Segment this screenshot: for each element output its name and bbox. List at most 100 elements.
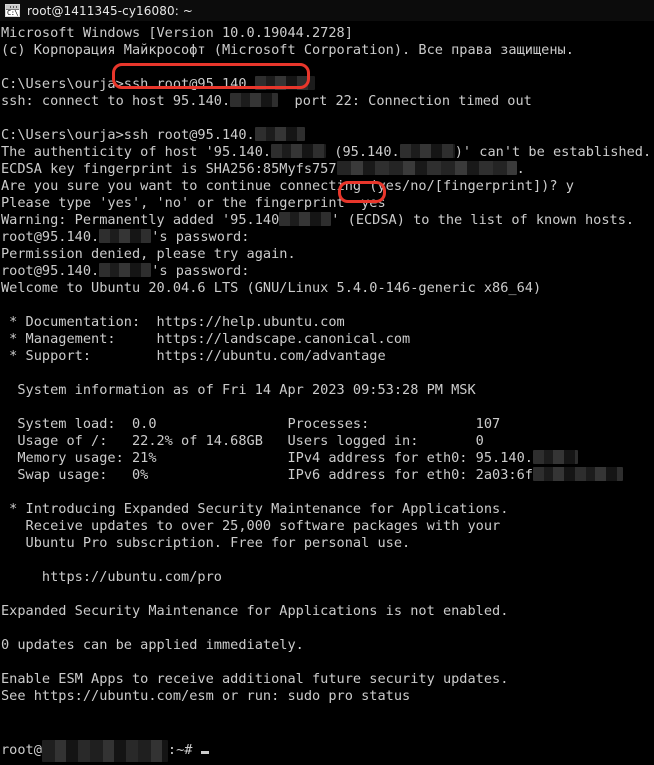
redacted-block — [279, 212, 332, 226]
text-segment: 's password: — [151, 263, 250, 279]
terminal-line: Receive updates to over 25,000 software … — [1, 518, 654, 535]
text-segment — [1, 586, 9, 602]
terminal-line — [1, 620, 654, 637]
text-segment: :~# — [167, 742, 201, 758]
terminal-line — [1, 484, 654, 501]
text-segment — [1, 722, 9, 738]
terminal-line — [1, 399, 654, 416]
text-segment: (c) Корпорация Майкрософт (Microsoft Cor… — [1, 42, 574, 58]
terminal-line: Are you sure you want to continue connec… — [1, 178, 654, 195]
redacted-block — [254, 127, 305, 141]
text-segment — [1, 297, 9, 313]
text-segment: * Introducing Expanded Security Maintena… — [1, 501, 509, 517]
terminal-line: Warning: Permanently added '95.140 ' (ECD… — [1, 212, 654, 229]
redacted-block — [41, 740, 168, 762]
terminal-line: Swap usage: 0% IPv6 address for eth0: 2a… — [1, 467, 654, 484]
terminal-prompt-line: root@ :~# — [1, 739, 654, 762]
text-segment: Usage of /: 22.2% of 14.68GB Users logge… — [1, 433, 484, 449]
terminal-line: root@95.140. 's password: — [1, 229, 654, 246]
terminal-line: System load: 0.0 Processes: 107 — [1, 416, 654, 433]
text-segment: root@95.140. — [1, 229, 100, 245]
terminal-body[interactable]: Microsoft Windows [Version 10.0.19044.27… — [0, 21, 654, 765]
terminal-line — [1, 722, 654, 739]
redacted-block — [336, 161, 517, 175]
terminal-line: ECDSA key fingerprint is SHA256:85Myfs75… — [1, 161, 654, 178]
text-segment: System information as of Fri 14 Apr 2023… — [1, 382, 476, 398]
terminal-line: Ubuntu Pro subscription. Free for person… — [1, 535, 654, 552]
text-segment: ECDSA key fingerprint is SHA256:85Myfs75… — [1, 161, 337, 177]
text-segment: Receive updates to over 25,000 software … — [1, 518, 501, 534]
text-segment: Expanded Security Maintenance for Applic… — [1, 603, 509, 619]
text-segment — [1, 484, 9, 500]
redacted-block — [230, 93, 279, 107]
redacted-block — [99, 229, 152, 243]
redacted-block — [532, 467, 623, 481]
redacted-block — [532, 450, 578, 464]
text-segment: System load: 0.0 Processes: 107 — [1, 416, 501, 432]
text-segment: Welcome to Ubuntu 20.04.6 LTS (GNU/Linux… — [1, 280, 542, 296]
text-segment — [1, 620, 9, 636]
terminal-line: (c) Корпорация Майкрософт (Microsoft Cor… — [1, 42, 654, 59]
terminal-line: 0 updates can be applied immediately. — [1, 637, 654, 654]
console-window-icon: C:\ — [5, 4, 20, 17]
icon-prompt-glyph: C:\ — [7, 9, 19, 17]
text-segment: Swap usage: 0% IPv6 address for eth0: 2a… — [1, 467, 533, 483]
text-segment — [1, 705, 9, 721]
text-segment — [1, 110, 9, 126]
text-segment: root@ — [1, 742, 42, 758]
terminal-line: The authenticity of host '95.140. (95.14… — [1, 144, 654, 161]
text-segment: See https://ubuntu.com/esm or run: sudo … — [1, 688, 411, 704]
terminal-line — [1, 297, 654, 314]
text-segment: (95.140. — [326, 144, 400, 160]
terminal-line — [1, 365, 654, 382]
text-segment: * Management: https://landscape.canonica… — [1, 331, 411, 347]
terminal-line: * Support: https://ubuntu.com/advantage — [1, 348, 654, 365]
terminal-line — [1, 552, 654, 569]
text-segment: ' (ECDSA) to the list of known hosts. — [331, 212, 635, 228]
terminal-line: See https://ubuntu.com/esm or run: sudo … — [1, 688, 654, 705]
terminal-line: Enable ESM Apps to receive additional fu… — [1, 671, 654, 688]
window-titlebar: C:\ root@1411345-cy16080: ~ — [0, 0, 654, 21]
terminal-line: root@95.140. 's password: — [1, 263, 654, 280]
redacted-block — [399, 144, 455, 158]
text-segment: root@95.140. — [1, 263, 100, 279]
terminal-line: * Documentation: https://help.ubuntu.com — [1, 314, 654, 331]
text-segment: )' can't be established. — [454, 144, 652, 160]
text-segment: Are you sure you want to continue connec… — [1, 178, 574, 194]
terminal-line: Usage of /: 22.2% of 14.68GB Users logge… — [1, 433, 654, 450]
text-segment — [1, 399, 9, 415]
terminal-line: Expanded Security Maintenance for Applic… — [1, 603, 654, 620]
text-segment: The authenticity of host '95.140. — [1, 144, 272, 160]
text-segment: ssh: connect to host 95.140. — [1, 93, 231, 109]
terminal-line — [1, 59, 654, 76]
terminal-line: System information as of Fri 14 Apr 2023… — [1, 382, 654, 399]
terminal-line: C:\Users\ourja>ssh root@95.140. — [1, 127, 654, 144]
terminal-line — [1, 654, 654, 671]
text-segment: Warning: Permanently added '95.140 — [1, 212, 280, 228]
text-segment: Enable ESM Apps to receive additional fu… — [1, 671, 509, 687]
terminal-line: C:\Users\ourja>ssh root@95.140. — [1, 76, 654, 93]
text-segment: * Documentation: https://help.ubuntu.com — [1, 314, 345, 330]
text-segment: Permission denied, please try again. — [1, 246, 296, 262]
terminal-line: https://ubuntu.com/pro — [1, 569, 654, 586]
text-segment — [1, 59, 9, 75]
terminal-line: Please type 'yes', 'no' or the fingerpri… — [1, 195, 654, 212]
text-segment: 0 updates can be applied immediately. — [1, 637, 304, 653]
text-segment: Ubuntu Pro subscription. Free for person… — [1, 535, 411, 551]
redacted-block — [99, 263, 152, 277]
window-title: root@1411345-cy16080: ~ — [27, 3, 193, 18]
redacted-block — [254, 76, 315, 90]
text-segment: . — [516, 161, 525, 177]
text-segment: C:\Users\ourja>ssh root@95.140. — [1, 127, 255, 143]
terminal-line: * Management: https://landscape.canonica… — [1, 331, 654, 348]
terminal-line: Microsoft Windows [Version 10.0.19044.27… — [1, 25, 654, 42]
terminal-line: Welcome to Ubuntu 20.04.6 LTS (GNU/Linux… — [1, 280, 654, 297]
text-segment: port 22: Connection timed out — [278, 93, 532, 109]
text-segment — [1, 552, 9, 568]
text-segment: C:\Users\ourja>ssh root@95.140. — [1, 76, 255, 92]
terminal-cursor — [200, 751, 209, 754]
text-segment: Microsoft Windows [Version 10.0.19044.27… — [1, 25, 353, 41]
terminal-line: Permission denied, please try again. — [1, 246, 654, 263]
terminal-screen[interactable]: Microsoft Windows [Version 10.0.19044.27… — [1, 25, 654, 762]
text-segment: https://ubuntu.com/pro — [1, 569, 222, 585]
